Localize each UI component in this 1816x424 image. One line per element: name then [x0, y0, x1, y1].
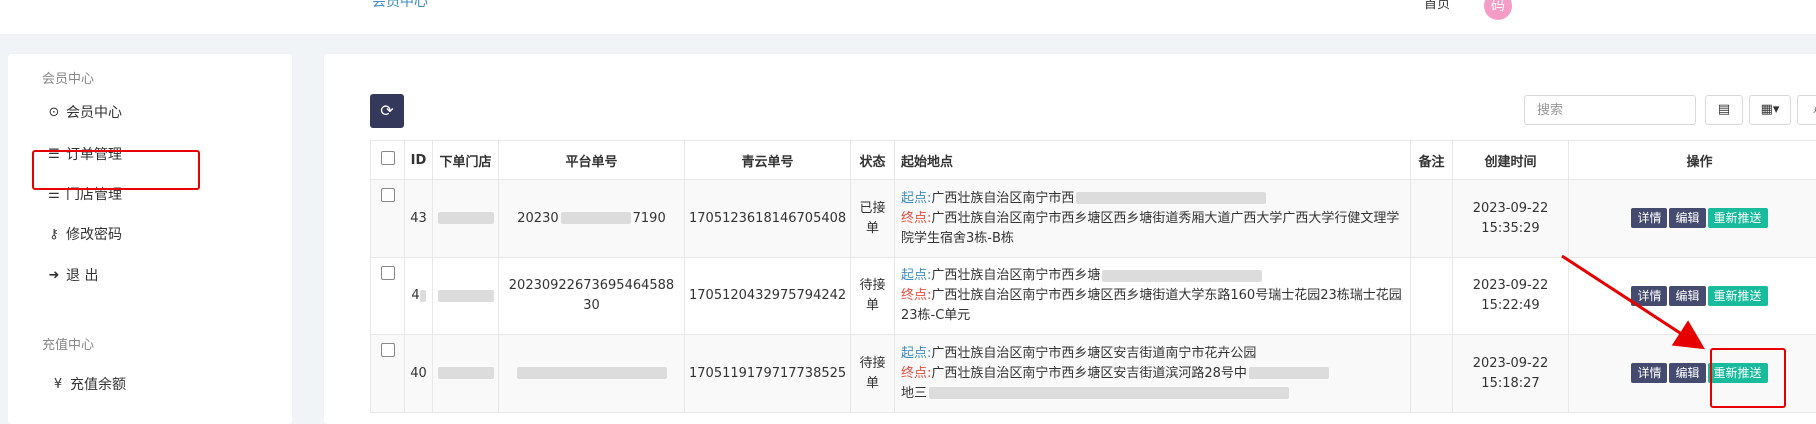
table-row[interactable]: 4 20230922673695464588 30 17051204329757…: [371, 258, 1816, 335]
cell-id: 40: [405, 335, 433, 413]
cell-address: 起点:广西壮族自治区南宁市西 终点:广西壮族自治区南宁市西乡塘区西乡塘街道秀厢大…: [895, 180, 1411, 258]
sidebar-item-member-center[interactable]: ⊙ 会员中心: [46, 102, 122, 122]
cell-created: 2023-09-22 15:18:27: [1453, 335, 1569, 413]
refresh-icon: ⟳: [380, 101, 393, 120]
cell-status: 已接单: [851, 180, 895, 258]
cell-qingyun-no: 1705119179717738525: [685, 335, 851, 413]
col-header-remark[interactable]: 备注: [1411, 141, 1453, 180]
table-row[interactable]: 43 202307190 1705123618146705408 已接单 起点:…: [371, 180, 1816, 258]
cell-store: [433, 180, 499, 258]
key-icon: ⚷: [46, 227, 62, 242]
cell-id: 43: [405, 180, 433, 258]
refresh-button[interactable]: ⟳: [370, 94, 404, 128]
edit-button[interactable]: 编辑: [1669, 363, 1705, 383]
orders-highlight-box: [32, 150, 200, 190]
col-header-address[interactable]: 起始地点: [895, 141, 1411, 180]
sidebar-section-member: 会员中心: [42, 68, 94, 87]
sidebar-item-label: 修改密码: [66, 224, 122, 244]
repush-button[interactable]: 重新推送: [1708, 286, 1768, 306]
cell-remark: [1411, 180, 1453, 258]
main-panel: ⟳ ▤ ▦▾ ⌕ ID 下单门店 平台单号 青云单号 状态 起始地点 备注 创建…: [324, 54, 1816, 424]
sidebar-item-label: 充值余额: [70, 374, 126, 394]
detail-button[interactable]: 详情: [1631, 286, 1667, 306]
sidebar-section-recharge: 充值中心: [42, 334, 94, 353]
table-header-row: ID 下单门店 平台单号 青云单号 状态 起始地点 备注 创建时间 操作: [371, 141, 1816, 180]
cell-qingyun-no: 1705120432975794242: [685, 258, 851, 335]
grid-columns-icon: ▦▾: [1761, 102, 1780, 117]
user-circle-icon: ⊙: [46, 105, 62, 120]
cell-platform-no: 20230922673695464588 30: [499, 258, 685, 335]
cell-qingyun-no: 1705123618146705408: [685, 180, 851, 258]
cell-address: 起点:广西壮族自治区南宁市西乡塘区安吉街道南宁市花卉公园 终点:广西壮族自治区南…: [895, 335, 1411, 413]
cell-id: 4: [405, 258, 433, 335]
sidebar-item-label: 退 出: [66, 265, 98, 285]
yen-icon: ¥: [50, 377, 66, 392]
col-header-store[interactable]: 下单门店: [433, 141, 499, 180]
row-checkbox[interactable]: [371, 335, 405, 413]
toggle-view-button[interactable]: ▤: [1705, 95, 1743, 125]
cell-status: 待接单: [851, 258, 895, 335]
cell-platform-no: [499, 335, 685, 413]
table-row[interactable]: 40 1705119179717738525 待接单 起点:广西壮族自治区南宁市…: [371, 335, 1816, 413]
select-all-checkbox[interactable]: [371, 141, 405, 180]
cell-status: 待接单: [851, 335, 895, 413]
orders-table: ID 下单门店 平台单号 青云单号 状态 起始地点 备注 创建时间 操作 43 …: [370, 140, 1816, 413]
cell-created: 2023-09-22 15:35:29: [1453, 180, 1569, 258]
row-checkbox[interactable]: [371, 180, 405, 258]
repush-highlight-box: [1710, 348, 1786, 408]
detail-button[interactable]: 详情: [1631, 363, 1667, 383]
cell-remark: [1411, 335, 1453, 413]
col-header-platform-no[interactable]: 平台单号: [499, 141, 685, 180]
search-button[interactable]: ⌕: [1797, 95, 1816, 125]
col-header-qingyun-no[interactable]: 青云单号: [685, 141, 851, 180]
top-navbar: 会员中心 首页 码: [0, 0, 1816, 34]
cell-platform-no: 202307190: [499, 180, 685, 258]
sidebar-item-recharge[interactable]: ¥ 充值余额: [50, 374, 126, 394]
avatar[interactable]: 码: [1484, 0, 1512, 20]
sidebar-item-logout[interactable]: ➜ 退 出: [46, 265, 98, 285]
detail-button[interactable]: 详情: [1631, 208, 1667, 228]
cell-actions: 详情编辑重新推送: [1569, 258, 1816, 335]
table-view-icon: ▤: [1718, 102, 1730, 117]
search-input[interactable]: [1524, 95, 1696, 125]
sign-out-icon: ➜: [46, 268, 62, 283]
repush-button[interactable]: 重新推送: [1708, 208, 1768, 228]
nav-home-link[interactable]: 首页: [1424, 0, 1450, 12]
col-header-actions: 操作: [1569, 141, 1816, 180]
cell-store: [433, 335, 499, 413]
sidebar-item-password[interactable]: ⚷ 修改密码: [46, 224, 122, 244]
nav-member-center-link[interactable]: 会员中心: [372, 0, 428, 11]
cell-remark: [1411, 258, 1453, 335]
cell-created: 2023-09-22 15:22:49: [1453, 258, 1569, 335]
cell-address: 起点:广西壮族自治区南宁市西乡塘 终点:广西壮族自治区南宁市西乡塘区西乡塘街道大…: [895, 258, 1411, 335]
col-header-created[interactable]: 创建时间: [1453, 141, 1569, 180]
columns-dropdown-button[interactable]: ▦▾: [1749, 95, 1791, 125]
col-header-status[interactable]: 状态: [851, 141, 895, 180]
edit-button[interactable]: 编辑: [1669, 208, 1705, 228]
col-header-id[interactable]: ID: [405, 141, 433, 180]
row-checkbox[interactable]: [371, 258, 405, 335]
cell-store: [433, 258, 499, 335]
sidebar: 会员中心 ⊙ 会员中心 ☰ 订单管理 ☰ 门店管理 ⚷ 修改密码 ➜ 退 出 充…: [8, 54, 292, 424]
cell-actions: 详情编辑重新推送: [1569, 180, 1816, 258]
edit-button[interactable]: 编辑: [1669, 286, 1705, 306]
sidebar-item-label: 会员中心: [66, 102, 122, 122]
